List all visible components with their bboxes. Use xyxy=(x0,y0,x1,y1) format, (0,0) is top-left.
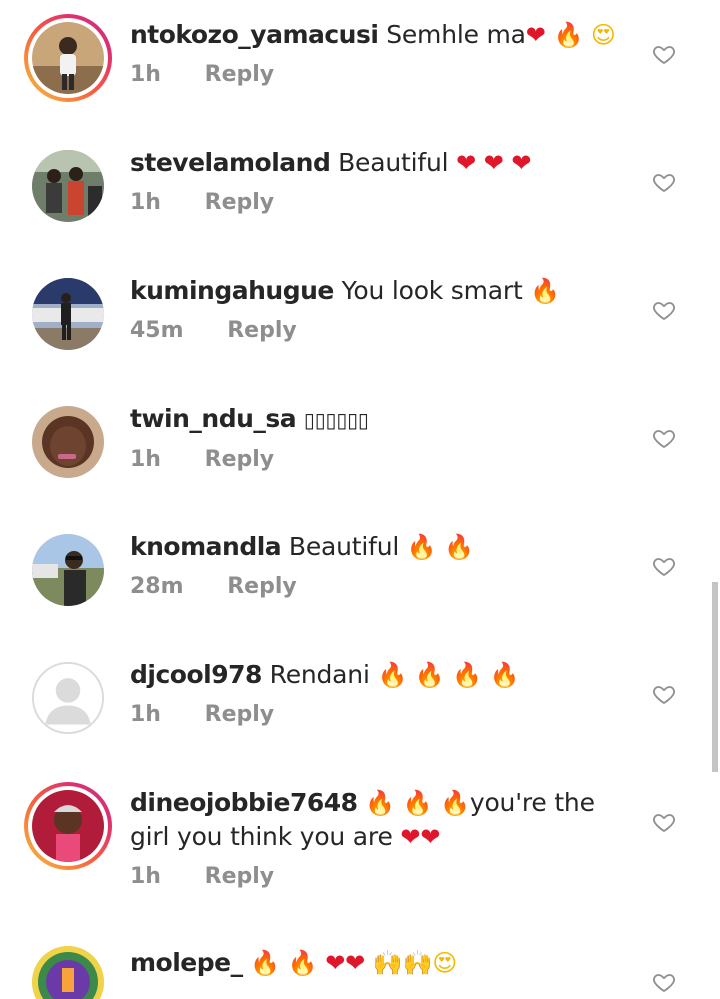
heart-emoji: ❤ xyxy=(420,823,441,851)
comment-message: Beautiful xyxy=(288,532,407,561)
comment-text: ntokozo_yamacusi Semhle ma❤ 🔥 😍 xyxy=(130,18,630,52)
reply-button[interactable]: Reply xyxy=(227,574,297,599)
heart-eyes-emoji: 😍 xyxy=(590,21,616,49)
fire-emoji: 🔥 xyxy=(440,789,470,817)
comment-time: 28m xyxy=(130,574,184,599)
avatar[interactable] xyxy=(24,782,112,870)
default-avatar-icon[interactable] xyxy=(32,662,104,734)
raising-hands-emoji: 🙌 xyxy=(372,949,403,977)
comment-username[interactable]: knomandla xyxy=(130,532,282,561)
comment-username[interactable]: kumingahugue xyxy=(130,276,334,305)
comment-username[interactable]: twin_ndu_sa xyxy=(130,404,297,433)
heart-outline-icon[interactable] xyxy=(652,554,676,578)
comment-username[interactable]: dineojobbie7648 xyxy=(130,788,358,817)
fire-emoji: 🔥 xyxy=(452,661,483,689)
heart-eyes-emoji: 😍 xyxy=(432,949,458,977)
comment-username[interactable]: djcool978 xyxy=(130,660,262,689)
heart-outline-icon[interactable] xyxy=(652,42,676,66)
comment-username[interactable]: molepe_ xyxy=(130,948,243,977)
avatar[interactable] xyxy=(32,150,104,222)
comment-time: 45m xyxy=(130,318,184,343)
comment-time: 1h xyxy=(130,447,161,472)
heart-emoji: ❤ xyxy=(456,149,476,177)
reply-button[interactable]: Reply xyxy=(205,447,275,472)
comment-time: 1h xyxy=(130,190,161,215)
reply-button[interactable]: Reply xyxy=(205,864,275,889)
heart-outline-icon[interactable] xyxy=(652,170,676,194)
comment-message: Semhle ma xyxy=(386,20,526,49)
fire-emoji: 🔥 xyxy=(530,277,561,305)
comment-message: Beautiful xyxy=(338,148,457,177)
fire-emoji: 🔥 xyxy=(406,533,437,561)
comment-time: 1h xyxy=(130,62,161,87)
fire-emoji: 🔥 xyxy=(489,661,520,689)
fire-emoji: 🔥 xyxy=(365,789,395,817)
fire-emoji: 🔥 xyxy=(287,949,318,977)
heart-emoji: ❤ xyxy=(345,949,366,977)
fire-emoji: 🔥 xyxy=(402,789,433,817)
avatar[interactable] xyxy=(32,278,104,350)
unrendered-emoji-boxes: ▯▯▯▯▯▯ xyxy=(303,408,369,432)
avatar[interactable] xyxy=(24,14,112,102)
heart-emoji: ❤ xyxy=(400,823,421,851)
raising-hands-emoji: 🙌 xyxy=(402,949,433,977)
heart-outline-icon[interactable] xyxy=(652,970,676,994)
fire-emoji: 🔥 xyxy=(250,949,281,977)
heart-emoji: ❤ xyxy=(511,149,532,177)
scrollbar-thumb[interactable] xyxy=(712,582,718,772)
reply-button[interactable]: Reply xyxy=(205,702,275,727)
fire-emoji: 🔥 xyxy=(553,21,584,49)
comment-time: 1h xyxy=(130,864,161,889)
reply-button[interactable]: Reply xyxy=(205,62,275,87)
heart-outline-icon[interactable] xyxy=(652,810,676,834)
heart-emoji: ❤ xyxy=(483,149,504,177)
comment-message: Rendani xyxy=(269,660,378,689)
reply-button[interactable]: Reply xyxy=(205,190,275,215)
avatar[interactable] xyxy=(32,406,104,478)
heart-emoji: ❤ xyxy=(525,21,546,49)
heart-outline-icon[interactable] xyxy=(652,298,676,322)
avatar[interactable] xyxy=(32,534,104,606)
heart-outline-icon[interactable] xyxy=(652,682,676,706)
heart-emoji: ❤ xyxy=(325,949,346,977)
fire-emoji: 🔥 xyxy=(444,533,475,561)
avatar[interactable] xyxy=(32,946,104,999)
heart-outline-icon[interactable] xyxy=(652,426,676,450)
comment-message: You look smart xyxy=(341,276,531,305)
comment-username[interactable]: stevelamoland xyxy=(130,148,331,177)
fire-emoji: 🔥 xyxy=(414,661,445,689)
reply-button[interactable]: Reply xyxy=(227,318,297,343)
fire-emoji: 🔥 xyxy=(377,661,408,689)
comment-username[interactable]: ntokozo_yamacusi xyxy=(130,20,379,49)
comment-time: 1h xyxy=(130,702,161,727)
